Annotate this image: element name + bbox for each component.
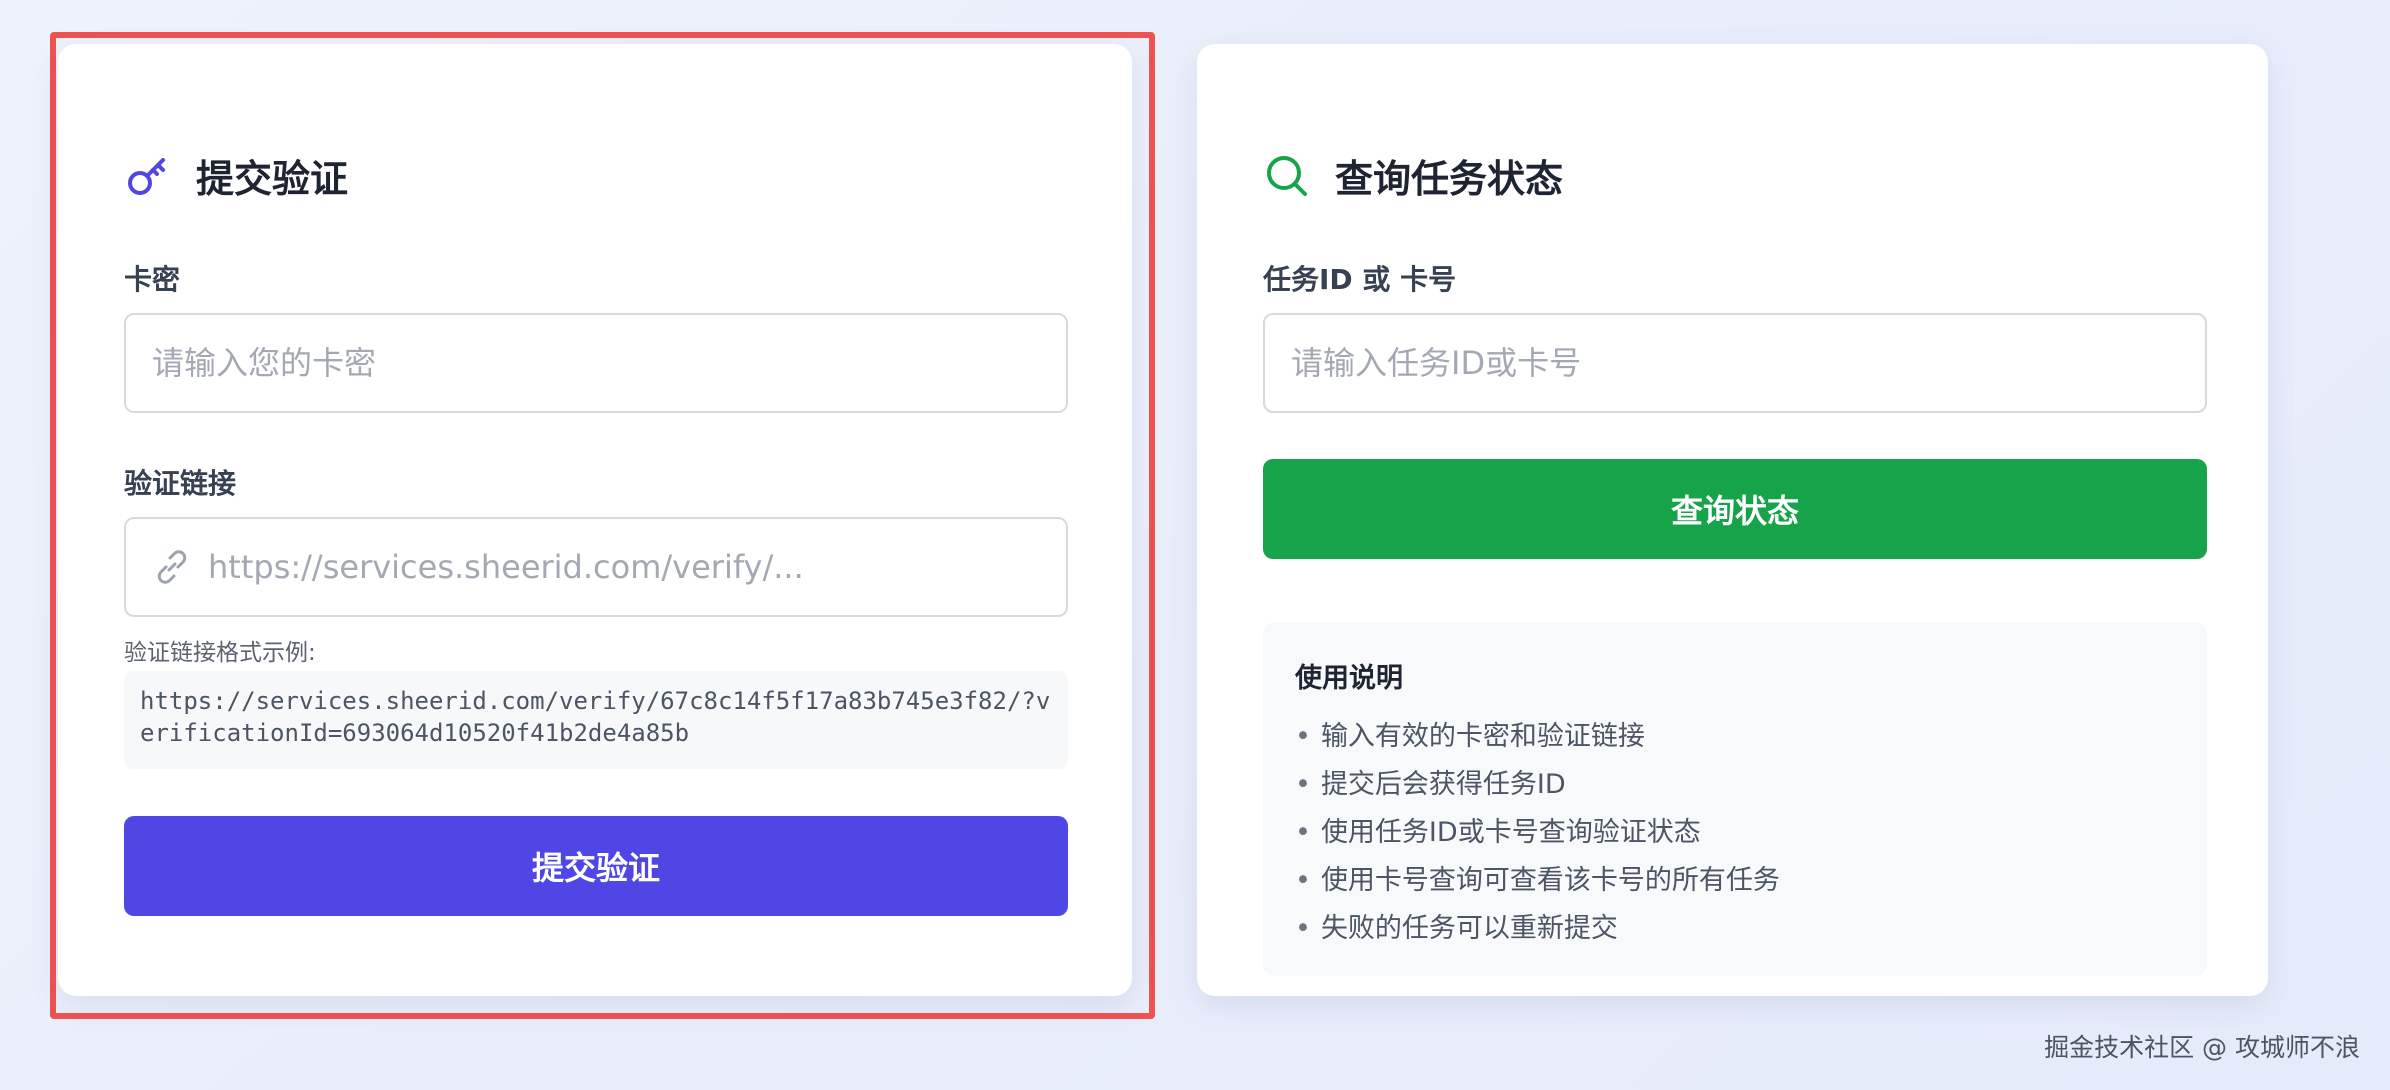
verification-link-field-wrapper — [124, 517, 1068, 617]
task-id-input[interactable] — [1291, 315, 2179, 411]
card-key-label: 卡密 — [124, 263, 181, 296]
verification-link-input[interactable] — [208, 519, 1040, 615]
task-id-label: 任务ID 或 卡号 — [1263, 263, 1457, 296]
query-card-title: 查询任务状态 — [1335, 157, 1564, 201]
query-status-button[interactable]: 查询状态 — [1263, 459, 2207, 559]
instructions-box: 使用说明 输入有效的卡密和验证链接 提交后会获得任务ID 使用任务ID或卡号查询… — [1263, 622, 2207, 976]
link-format-hint: 验证链接格式示例: — [124, 640, 316, 666]
instructions-list: 输入有效的卡密和验证链接 提交后会获得任务ID 使用任务ID或卡号查询验证状态 … — [1295, 713, 2175, 953]
query-status-card: 查询任务状态 任务ID 或 卡号 查询状态 使用说明 输入有效的卡密和验证链接 … — [1197, 44, 2268, 996]
link-format-example: https://services.sheerid.com/verify/67c8… — [124, 671, 1068, 769]
instruction-item: 提交后会获得任务ID — [1295, 761, 2175, 809]
card-key-field-wrapper — [124, 313, 1068, 413]
verification-link-label: 验证链接 — [124, 467, 237, 500]
link-icon — [157, 550, 187, 584]
key-icon — [128, 157, 165, 195]
submit-verification-button[interactable]: 提交验证 — [124, 816, 1068, 916]
query-card-header: 查询任务状态 — [1263, 148, 1563, 203]
instruction-item: 输入有效的卡密和验证链接 — [1295, 713, 2175, 761]
submit-card-header: 提交验证 — [124, 148, 348, 203]
task-id-field-wrapper — [1263, 313, 2207, 413]
submit-verification-card: 提交验证 卡密 验证链接 验证链接格式示例: https://services.… — [58, 44, 1132, 996]
watermark: 掘金技术社区 @ 攻城师不浪 — [2044, 1033, 2360, 1062]
card-key-input[interactable] — [152, 315, 1040, 411]
submit-card-title: 提交验证 — [196, 157, 349, 201]
instructions-title: 使用说明 — [1295, 663, 1403, 694]
instruction-item: 失败的任务可以重新提交 — [1295, 905, 2175, 953]
instruction-item: 使用卡号查询可查看该卡号的所有任务 — [1295, 857, 2175, 905]
search-icon — [1267, 155, 1307, 196]
instruction-item: 使用任务ID或卡号查询验证状态 — [1295, 809, 2175, 857]
